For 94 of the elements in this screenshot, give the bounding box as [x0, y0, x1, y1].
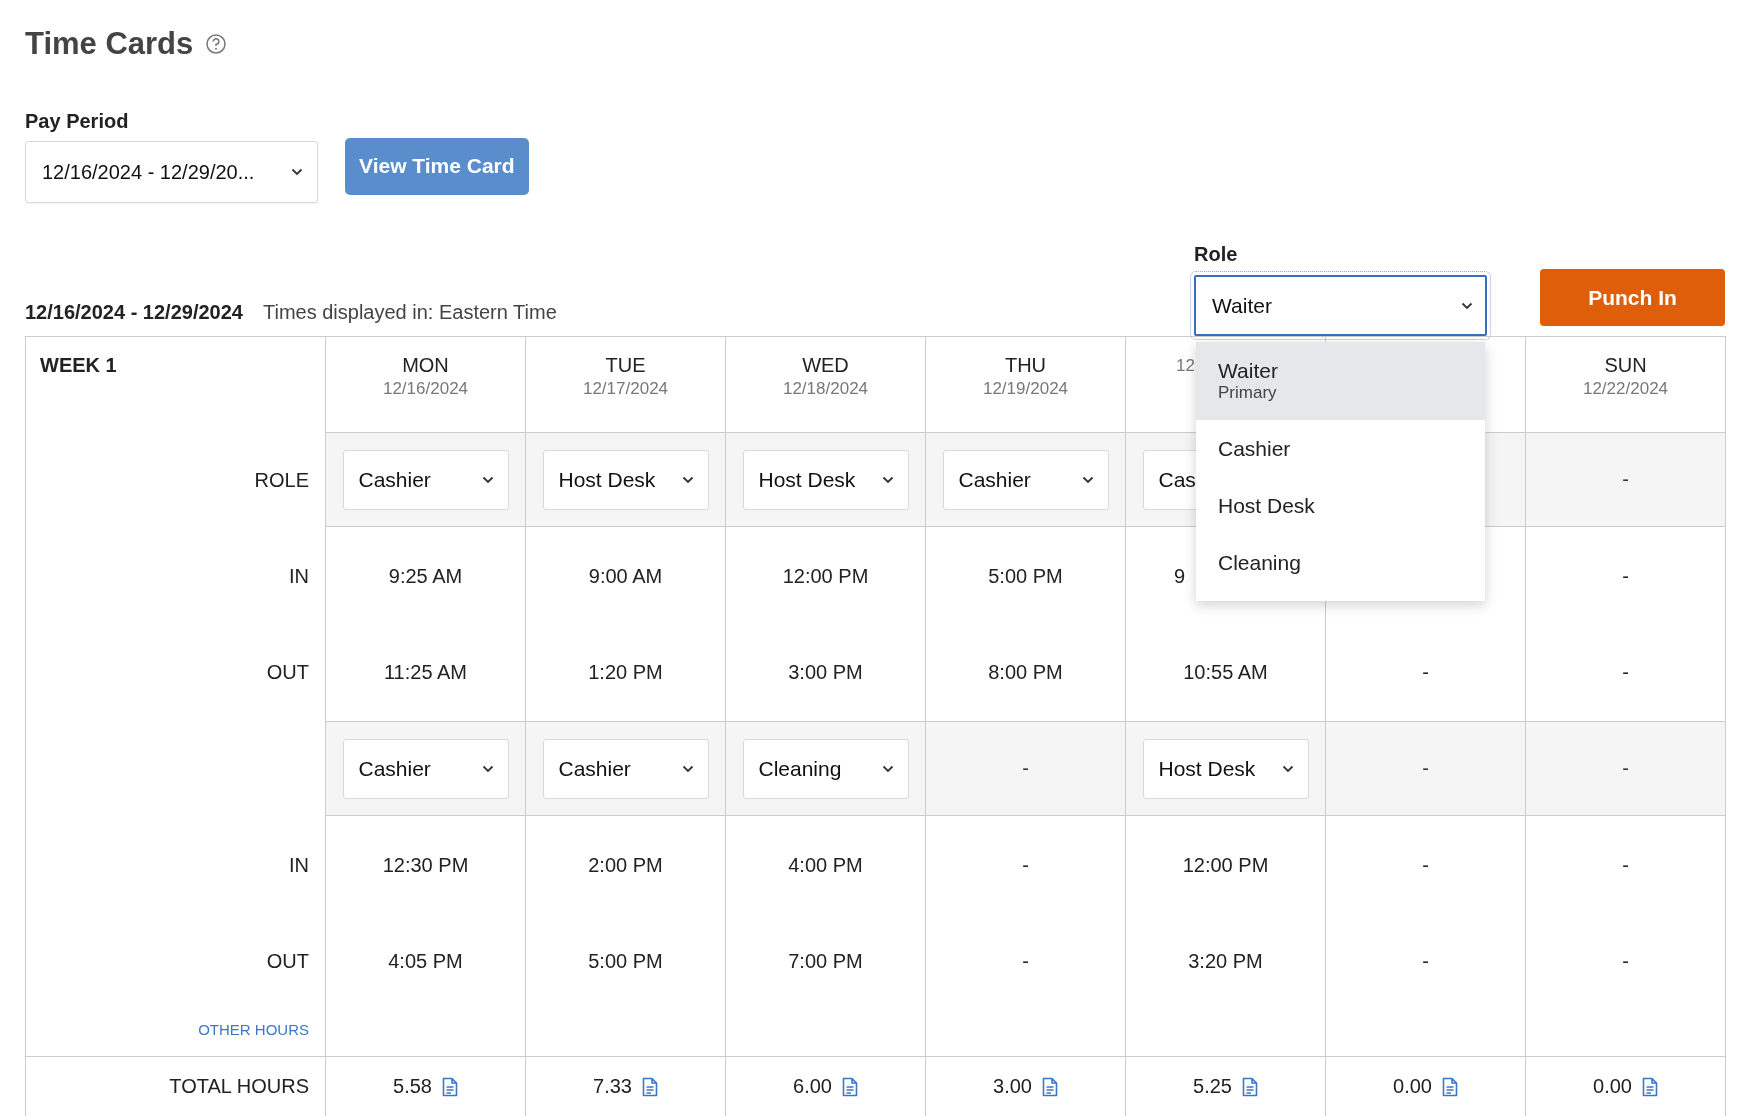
time-out: - [1421, 950, 1430, 973]
dropdown-option[interactable]: Cleaning [1196, 534, 1485, 591]
help-icon[interactable] [205, 33, 228, 55]
dropdown-option[interactable]: Waiter Primary [1196, 342, 1485, 420]
total-hours: 0.00 [1393, 1075, 1432, 1098]
day-date: 12/19/2024 [982, 379, 1069, 399]
row-label: OUT [266, 950, 309, 973]
day-name: WED [802, 354, 849, 377]
total-hours: 3.00 [993, 1075, 1032, 1098]
chevron-down-icon [881, 764, 894, 773]
row-label: TOTAL HOURS [169, 1075, 309, 1098]
time-out: 10:55 AM [1182, 661, 1269, 684]
chevron-down-icon [881, 475, 894, 484]
empty-value: - [1422, 757, 1429, 780]
time-out: 7:00 PM [787, 950, 864, 973]
time-out: - [1421, 661, 1430, 684]
field-label: Role [1194, 243, 1239, 266]
document-icon[interactable] [1241, 1076, 1258, 1097]
row-label: IN [289, 565, 309, 588]
day-date: 12/22/2024 [1582, 379, 1669, 399]
time-in: 12:30 PM [381, 854, 470, 877]
other-hours-link[interactable]: OTHER HOURS [198, 1021, 309, 1038]
document-icon[interactable] [1641, 1076, 1658, 1097]
role-select[interactable]: Host Desk [1142, 738, 1309, 799]
day-date: 12/16/2024 [382, 379, 469, 399]
total-hours: 5.58 [393, 1075, 432, 1098]
time-out: - [1021, 950, 1030, 973]
role-select[interactable]: Host Desk [742, 449, 909, 510]
time-in: - [1621, 565, 1630, 588]
pay-period-select[interactable]: 12/16/2024 - 12/29/20... [25, 141, 318, 203]
time-in: - [1621, 854, 1630, 877]
empty-value: - [1622, 757, 1629, 780]
day-date: 12/18/2024 [782, 379, 869, 399]
time-in: 12:00 PM [781, 565, 870, 588]
chevron-down-icon [681, 764, 694, 773]
chevron-down-icon [681, 475, 694, 484]
document-icon[interactable] [1441, 1076, 1458, 1097]
day-date: 12/17/2024 [582, 379, 669, 399]
document-icon[interactable] [441, 1076, 458, 1097]
field-label: Pay Period [25, 110, 130, 133]
total-hours: 6.00 [793, 1075, 832, 1098]
time-in: 4:00 PM [787, 854, 864, 877]
role-select[interactable]: Cashier [342, 738, 509, 799]
date-range: 12/16/2024 - 12/29/2024 [25, 301, 243, 324]
day-date: 12 [1176, 356, 1195, 376]
time-in: 12:00 PM [1181, 854, 1270, 877]
page-title: Time Cards [25, 26, 194, 62]
chevron-down-icon [481, 475, 494, 484]
timezone-note: Times displayed in: Eastern Time [262, 301, 557, 324]
time-in: 9:25 AM [387, 565, 464, 588]
dropdown-option[interactable]: Cashier [1196, 420, 1485, 477]
total-hours: 7.33 [593, 1075, 632, 1098]
time-out: 11:25 AM [383, 661, 468, 684]
role-select[interactable]: Host Desk [542, 449, 709, 510]
day-name: MON [402, 354, 449, 377]
time-in: 2:00 PM [587, 854, 664, 877]
time-out: 8:00 PM [987, 661, 1064, 684]
time-out: 3:20 PM [1187, 950, 1264, 973]
document-icon[interactable] [841, 1076, 858, 1097]
role-select[interactable]: Cashier [542, 738, 709, 799]
time-out: - [1621, 661, 1630, 684]
total-hours: 5.25 [1193, 1075, 1232, 1098]
role-select[interactable]: Cashier [342, 449, 509, 510]
time-in: 5:00 PM [987, 565, 1064, 588]
empty-value: - [1622, 468, 1629, 491]
time-in: 9 [1174, 565, 1187, 588]
total-hours: 0.00 [1593, 1075, 1632, 1098]
empty-value: - [1022, 757, 1029, 780]
row-label: ROLE [254, 469, 309, 492]
time-out: 3:00 PM [787, 661, 864, 684]
time-out: 5:00 PM [587, 950, 664, 973]
time-in: - [1021, 854, 1030, 877]
row-label: IN [289, 854, 309, 877]
document-icon[interactable] [641, 1076, 658, 1097]
row-label: OUT [266, 661, 309, 684]
time-out: 1:20 PM [587, 661, 664, 684]
chevron-down-icon [291, 168, 303, 176]
chevron-down-icon [481, 764, 494, 773]
time-out: 4:05 PM [387, 950, 464, 973]
role-select[interactable]: Cashier [942, 449, 1109, 510]
time-out: - [1621, 950, 1630, 973]
week-label: WEEK 1 [39, 353, 118, 378]
day-name: SUN [1604, 354, 1647, 377]
dropdown-option[interactable]: Host Desk [1196, 477, 1485, 534]
chevron-down-icon [1461, 301, 1473, 310]
document-icon[interactable] [1041, 1076, 1058, 1097]
day-name: THU [1004, 354, 1047, 377]
punch-in-button[interactable]: Punch In [1540, 269, 1725, 326]
time-in: 9:00 AM [587, 565, 664, 588]
time-in: - [1421, 854, 1430, 877]
role-select[interactable]: Cleaning [742, 738, 909, 799]
chevron-down-icon [1081, 475, 1094, 484]
day-name: TUE [605, 354, 646, 377]
chevron-down-icon [1281, 764, 1294, 773]
